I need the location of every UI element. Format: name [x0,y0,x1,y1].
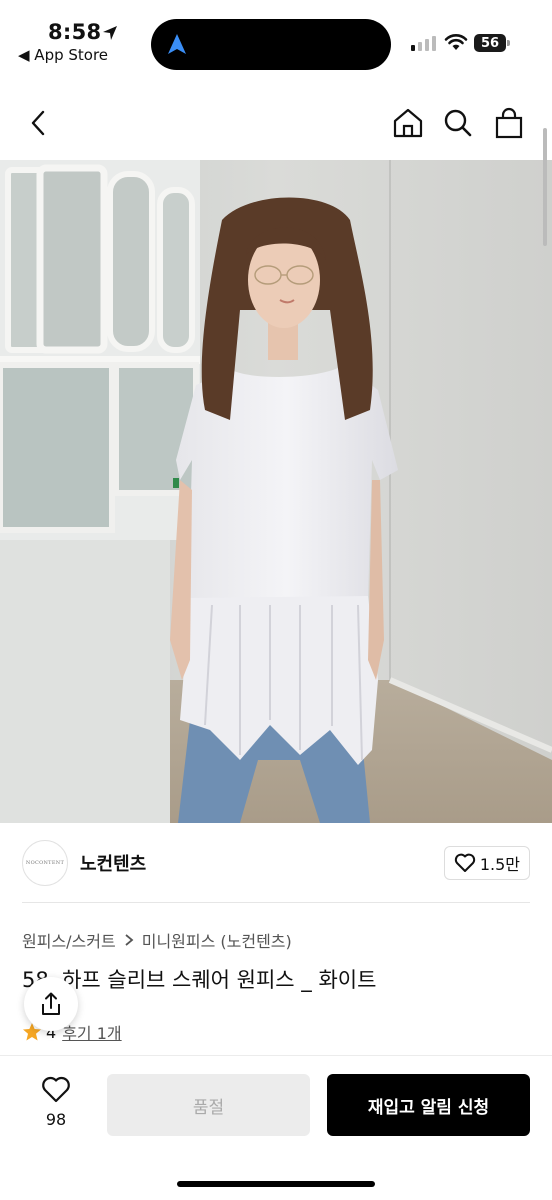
cellular-signal-icon [411,36,436,51]
back-button[interactable] [20,104,58,142]
battery-icon: 56 [474,34,506,52]
brand-like-count: 1.5만 [479,855,520,874]
share-icon [42,992,60,1015]
wishlist-count: 98 [45,1110,67,1129]
product-photo-illustration [0,160,552,823]
status-bar: 8:58 ◀ App Store 56 [0,0,552,80]
breadcrumb-subcategory[interactable]: 미니원피스 (노컨텐츠) [142,928,292,952]
navigation-arrow-icon [168,34,186,54]
cart-button[interactable] [490,104,528,142]
bottom-action-bar: 98 품절 재입고 알림 신청 [0,1055,552,1200]
home-indicator[interactable] [177,1181,375,1187]
status-time: 8:58 [48,20,102,44]
heart-icon [454,853,475,872]
breadcrumb-category[interactable]: 원피스/스커트 [22,928,116,952]
shopping-bag-icon [495,107,523,139]
product-title: 58. 하프 슬리브 스퀘어 원피스 _ 화이트 [22,968,377,992]
wishlist-button[interactable]: 98 [32,1076,80,1129]
chevron-right-icon [125,934,134,946]
top-nav [0,90,552,156]
heart-icon [42,1076,70,1103]
back-to-app-store-link[interactable]: ◀ App Store [18,46,108,64]
search-icon [444,109,472,137]
divider [22,902,530,903]
brand-row[interactable]: NOCONTENT 노컨텐츠 1.5만 [22,838,530,892]
product-image[interactable] [0,160,552,823]
brand-like-button[interactable]: 1.5만 [443,846,530,880]
review-link[interactable]: 후기 1개 [62,1020,121,1044]
dynamic-island [151,19,391,70]
share-button[interactable] [24,977,78,1031]
brand-logo[interactable]: NOCONTENT [22,840,68,886]
breadcrumb: 원피스/스커트 미니원피스 (노컨텐츠) [22,928,292,952]
restock-alert-button[interactable]: 재입고 알림 신청 [327,1074,530,1136]
soldout-button[interactable]: 품절 [107,1074,310,1136]
home-button[interactable] [389,104,427,142]
home-icon [393,108,423,138]
wifi-icon [444,34,468,50]
brand-name[interactable]: 노컨텐츠 [80,850,146,876]
search-button[interactable] [439,104,477,142]
location-arrow-icon [103,26,117,40]
chevron-left-icon [31,110,45,136]
scroll-indicator[interactable] [543,128,547,246]
